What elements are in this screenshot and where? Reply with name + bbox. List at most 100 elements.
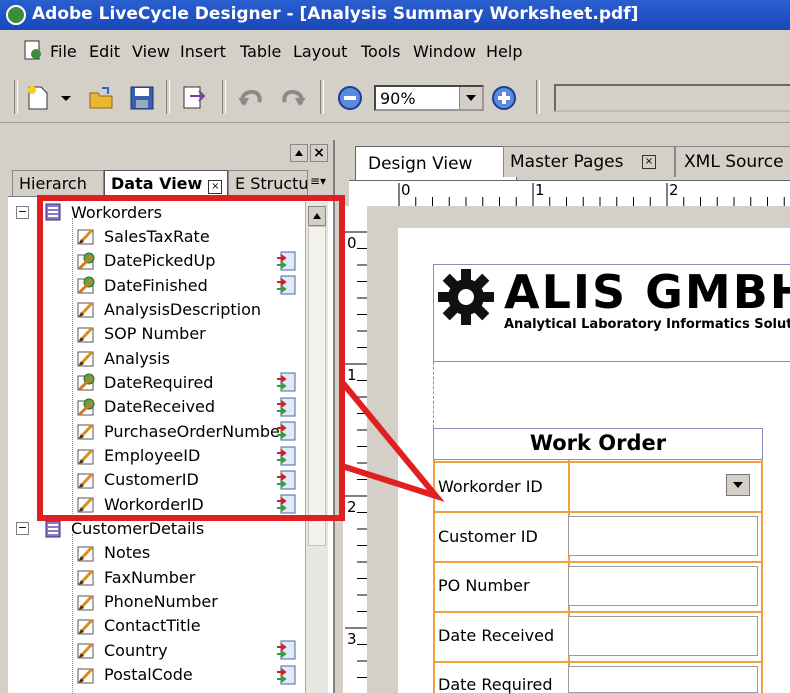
tree-item[interactable]: SOP Number: [76, 322, 206, 346]
data-tree: − Workorders SalesTaxRate DatePickedUp DateF…: [8, 196, 305, 694]
collapse-icon[interactable]: −: [16, 522, 29, 536]
date-field-icon: [77, 252, 95, 270]
tab-data-view-label: Data View: [111, 174, 203, 193]
open-icon[interactable]: [88, 84, 116, 112]
field-label-customer-id: Customer ID: [438, 527, 538, 546]
data-field-icon: [77, 229, 94, 246]
binding-icon: [275, 250, 297, 272]
zoom-dropdown-button[interactable]: [459, 87, 482, 109]
toolbar: 90%: [0, 72, 790, 123]
binding-icon: [275, 445, 297, 467]
tab-master-pages[interactable]: Master Pages ×: [503, 146, 675, 177]
toolbar-separator: [320, 80, 324, 114]
data-field-icon: [77, 497, 94, 514]
zoom-in-icon[interactable]: [490, 84, 518, 112]
zoom-out-icon[interactable]: [336, 84, 364, 112]
tree-item[interactable]: DateFinished: [76, 273, 208, 297]
panel-close-button[interactable]: ×: [310, 144, 328, 162]
title-bar: Adobe LiveCycle Designer - [Analysis Sum…: [0, 0, 790, 30]
tree-item[interactable]: PhoneNumber: [76, 590, 218, 614]
tree-item-label: FaxNumber: [104, 567, 196, 587]
data-field-icon: [77, 643, 94, 660]
panel-collapse-button[interactable]: [290, 144, 308, 162]
toolbar-field[interactable]: [554, 84, 790, 112]
ruler-label: 0: [347, 234, 357, 252]
tree-item[interactable]: WorkorderID: [76, 492, 204, 516]
date-required-field[interactable]: [568, 666, 758, 693]
tree-item[interactable]: Country: [76, 638, 168, 662]
scroll-thumb[interactable]: [308, 226, 326, 546]
tab-design-view[interactable]: Design View: [355, 146, 517, 181]
tab-xml-source[interactable]: XML Source: [675, 146, 790, 177]
ruler-label: 2: [669, 181, 679, 199]
tree-item[interactable]: PurchaseOrderNumbe: [76, 419, 280, 443]
tree-item[interactable]: PostalCode: [76, 663, 193, 687]
data-group-icon: [45, 520, 61, 538]
menu-file[interactable]: File: [50, 42, 77, 61]
menu-help[interactable]: Help: [486, 42, 522, 61]
ruler-label: 2: [347, 498, 357, 516]
menu-layout[interactable]: Layout: [293, 42, 347, 61]
panel-tabs: Hierarch Data View × E Structu ≡▾: [8, 166, 333, 197]
tree-item[interactable]: DatePickedUp: [76, 249, 215, 273]
tree-item-label: PurchaseOrderNumbe: [104, 421, 280, 441]
toolbar-grip: [14, 80, 18, 114]
tab-data-view[interactable]: Data View ×: [104, 170, 228, 196]
tab-hierarchy[interactable]: Hierarch: [12, 170, 104, 196]
tree-item[interactable]: CustomerID: [76, 468, 199, 492]
redo-icon[interactable]: [280, 84, 308, 112]
tab-close-icon[interactable]: ×: [208, 180, 223, 194]
save-icon[interactable]: [128, 84, 156, 112]
new-icon[interactable]: [24, 84, 52, 112]
form-row-divider: [433, 511, 763, 513]
date-received-field[interactable]: [568, 616, 758, 656]
panel-menu-icon[interactable]: ≡▾: [308, 174, 328, 192]
menu-insert[interactable]: Insert: [180, 42, 226, 61]
menu-table[interactable]: Table: [240, 42, 281, 61]
preview-icon[interactable]: [180, 84, 208, 112]
tree-item-label: WorkorderID: [104, 494, 204, 514]
tree-scrollbar[interactable]: [305, 202, 328, 693]
date-field-icon: [77, 276, 95, 295]
tree-item[interactable]: SalesTaxRate: [76, 224, 210, 248]
form-row-divider: [433, 461, 763, 463]
tab-structure[interactable]: E Structu: [228, 170, 308, 196]
tree-item[interactable]: − Workorders: [16, 200, 162, 224]
tree-item[interactable]: ContactTitle: [76, 614, 201, 638]
triangle-up-icon: [313, 213, 321, 219]
binding-icon: [275, 371, 297, 393]
tree-item[interactable]: Notes: [76, 541, 150, 565]
menu-view[interactable]: View: [132, 42, 170, 61]
triangle-up-icon: [295, 150, 303, 156]
tree-item[interactable]: − CustomerDetails: [16, 517, 204, 541]
undo-icon[interactable]: [236, 84, 264, 112]
data-field-icon: [77, 302, 94, 319]
tab-close-icon[interactable]: ×: [642, 155, 656, 169]
tab-xml-source-label: XML Source: [684, 152, 784, 172]
tree-item[interactable]: AnalysisDescription: [76, 297, 261, 321]
menu-window[interactable]: Window: [413, 42, 476, 61]
logo-block: ALIS GMBH Analytical Laboratory Informat…: [433, 264, 790, 362]
tree-item[interactable]: DateRequired: [76, 370, 213, 394]
tree-item-label: PostalCode: [104, 665, 193, 685]
binding-icon: [275, 420, 297, 442]
date-field-icon: [77, 373, 95, 392]
field-label-date-received: Date Received: [438, 626, 555, 645]
tree-item[interactable]: Analysis: [76, 346, 170, 370]
tree-item[interactable]: FaxNumber: [76, 565, 195, 589]
window-title: Adobe LiveCycle Designer - [Analysis Sum…: [32, 4, 639, 24]
po-number-field[interactable]: [568, 566, 758, 606]
tree-item[interactable]: EmployeeID: [76, 444, 200, 468]
collapse-icon[interactable]: −: [16, 205, 29, 219]
tab-design-view-label: Design View: [368, 154, 473, 174]
menu-edit[interactable]: Edit: [89, 42, 120, 61]
tree-item[interactable]: DateReceived: [76, 395, 215, 419]
date-field-icon: [77, 398, 95, 416]
customer-id-field[interactable]: [568, 516, 758, 556]
new-dropdown-icon[interactable]: [58, 84, 74, 112]
menu-tools[interactable]: Tools: [361, 42, 400, 61]
zoom-select[interactable]: 90%: [374, 85, 484, 111]
form-row-divider: [433, 611, 763, 613]
workorder-dropdown-button[interactable]: [726, 474, 750, 496]
scroll-up-button[interactable]: [308, 206, 326, 226]
